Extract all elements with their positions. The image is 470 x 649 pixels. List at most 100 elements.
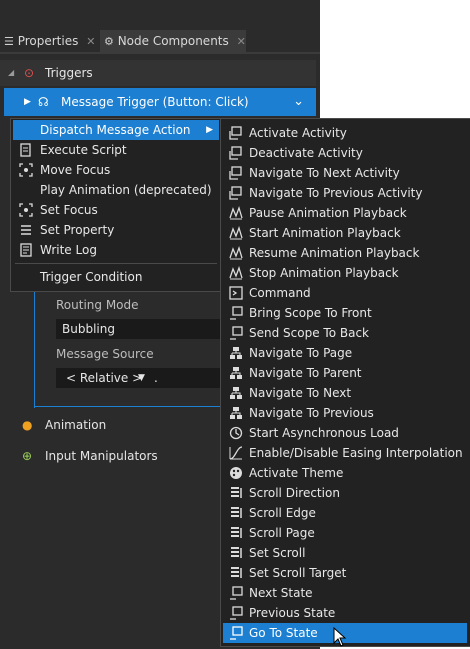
focus-icon — [19, 203, 33, 217]
log-icon — [20, 243, 32, 257]
mouse-cursor-icon — [333, 627, 347, 647]
submenu-item[interactable]: Set Scroll — [223, 543, 467, 563]
submenu-item[interactable]: Scroll Direction — [223, 483, 467, 503]
activity-icon — [229, 186, 242, 200]
menu-item-label: Play Animation (deprecated) — [40, 183, 212, 197]
submenu-item[interactable]: Bring Scope To Front — [223, 303, 467, 323]
section-title: Animation — [45, 418, 107, 432]
scope-icon — [230, 306, 243, 320]
state-icon — [230, 626, 243, 640]
script-icon — [20, 143, 31, 157]
animation-playback-icon — [229, 226, 243, 240]
submenu-item[interactable]: Command — [223, 283, 467, 303]
scroll-icon — [231, 547, 242, 558]
submenu-item-label: Send Scope To Back — [249, 326, 369, 340]
submenu-item[interactable]: Navigate To Previous — [223, 403, 467, 423]
submenu-item-label: Stop Animation Playback — [249, 266, 399, 280]
menu-item-dispatch-message-action[interactable]: Dispatch Message Action ▶ — [13, 120, 219, 140]
submenu-item[interactable]: Next State — [223, 583, 467, 603]
tab-properties[interactable]: ☰ Properties ✕ — [4, 30, 98, 52]
menu-item-trigger-condition[interactable]: Trigger Condition — [13, 267, 219, 287]
submenu-dispatch-message-action: Activate Activity Deactivate Activity Na… — [220, 118, 470, 647]
trigger-body-border — [34, 290, 35, 408]
submenu-item[interactable]: Enable/Disable Easing Interpolation — [223, 443, 467, 463]
submenu-item[interactable]: Navigate To Previous Activity — [223, 183, 467, 203]
tab-underline — [0, 52, 320, 54]
message-trigger-row[interactable]: ▶ ☊ Message Trigger (Button: Click) ⌄ — [4, 88, 316, 116]
message-source-value: < Relative > — [66, 371, 143, 385]
context-menu: Dispatch Message Action ▶ Execute Script… — [10, 118, 222, 292]
close-icon[interactable]: ✕ — [237, 35, 246, 48]
close-icon[interactable]: ✕ — [86, 35, 95, 48]
command-icon — [229, 286, 243, 300]
async-load-icon — [229, 426, 243, 440]
menu-item-set-focus[interactable]: Set Focus — [13, 200, 219, 220]
menu-item-label: Write Log — [40, 243, 97, 257]
trigger-icon: ⊙ — [24, 66, 35, 80]
submenu-item-label: Scroll Page — [249, 526, 315, 540]
submenu-item-label: Pause Animation Playback — [249, 206, 407, 220]
submenu-item[interactable]: Activate Theme — [223, 463, 467, 483]
submenu-item[interactable]: Pause Animation Playback — [223, 203, 467, 223]
submenu-item[interactable]: Start Asynchronous Load — [223, 423, 467, 443]
submenu-item[interactable]: Navigate To Page — [223, 343, 467, 363]
chevron-down-icon[interactable]: ⌄ — [293, 88, 304, 116]
submenu-item[interactable]: Start Animation Playback — [223, 223, 467, 243]
menu-item-label: Set Focus — [40, 203, 98, 217]
submenu-item-label: Next State — [249, 586, 313, 600]
submenu-item[interactable]: Navigate To Parent — [223, 363, 467, 383]
tab-node-components[interactable]: ⚙ Node Components ✕ — [100, 30, 246, 52]
easing-icon — [229, 446, 243, 460]
submenu-item[interactable]: Navigate To Next — [223, 383, 467, 403]
submenu-item[interactable]: Deactivate Activity — [223, 143, 467, 163]
list-icon: ☰ — [4, 35, 14, 48]
message-trigger-icon: ☊ — [38, 95, 49, 109]
activity-icon — [229, 146, 242, 160]
activity-icon — [229, 126, 242, 140]
dropdown-arrow-icon[interactable]: ▼ — [138, 368, 145, 388]
submenu-item-label: Navigate To Previous — [249, 406, 374, 420]
submenu-item-label: Navigate To Page — [249, 346, 353, 360]
navigation-icon — [230, 387, 242, 399]
submenu-item[interactable]: Send Scope To Back — [223, 323, 467, 343]
menu-item-play-animation[interactable]: Play Animation (deprecated) — [13, 180, 219, 200]
submenu-item[interactable]: Resume Animation Playback — [223, 243, 467, 263]
submenu-item[interactable]: Navigate To Next Activity — [223, 163, 467, 183]
submenu-item-label: Navigate To Previous Activity — [249, 186, 423, 200]
tab-node-components-label: Node Components — [117, 34, 229, 48]
menu-item-write-log[interactable]: Write Log — [13, 240, 219, 260]
menu-item-label: Dispatch Message Action — [40, 123, 191, 137]
components-icon: ⚙ — [104, 35, 114, 48]
menu-item-label: Set Property — [40, 223, 115, 237]
trigger-body-bottom — [34, 406, 220, 407]
theme-icon — [230, 467, 242, 479]
navigation-icon — [230, 367, 242, 379]
submenu-item-label: Previous State — [249, 606, 336, 620]
menu-separator — [15, 263, 217, 264]
section-triggers[interactable]: ◢ ⊙ Triggers — [0, 60, 316, 86]
expand-triangle-icon: ▶ — [24, 97, 31, 107]
menu-item-execute-script[interactable]: Execute Script — [13, 140, 219, 160]
submenu-arrow-icon: ▶ — [206, 125, 213, 135]
menu-item-label: Execute Script — [40, 143, 127, 157]
menu-item-set-property[interactable]: Set Property — [13, 220, 219, 240]
navigation-icon — [230, 347, 242, 359]
menu-item-move-focus[interactable]: Move Focus — [13, 160, 219, 180]
submenu-item-label: Navigate To Next Activity — [249, 166, 400, 180]
submenu-item[interactable]: Scroll Page — [223, 523, 467, 543]
scroll-icon — [231, 507, 242, 518]
submenu-item-label: Go To State — [249, 626, 318, 640]
submenu-item[interactable]: Previous State — [223, 603, 467, 623]
routing-mode-field[interactable]: Bubbling — [56, 319, 226, 339]
submenu-item[interactable]: Set Scroll Target — [223, 563, 467, 583]
submenu-item[interactable]: Scroll Edge — [223, 503, 467, 523]
section-title: Input Manipulators — [45, 449, 158, 463]
submenu-item-label: Navigate To Next — [249, 386, 352, 400]
submenu-item[interactable]: Activate Activity — [223, 123, 467, 143]
activity-icon — [229, 166, 242, 180]
menu-item-label: Move Focus — [40, 163, 111, 177]
submenu-item[interactable]: Stop Animation Playback — [223, 263, 467, 283]
message-source-field[interactable]: < Relative > ▼ . — [56, 368, 220, 388]
submenu-item-label: Navigate To Parent — [249, 366, 362, 380]
scroll-icon — [231, 567, 242, 578]
